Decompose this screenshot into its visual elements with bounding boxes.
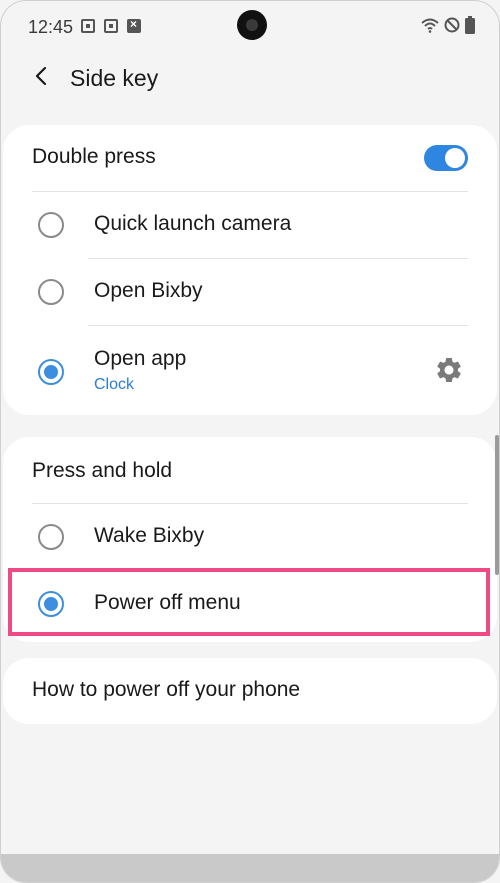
page-title: Side key	[70, 65, 159, 91]
do-not-disturb-icon	[444, 17, 460, 33]
howto-card[interactable]: How to power off your phone	[3, 658, 497, 724]
phone-screen: 12:45 × Side key Double press Quick laun…	[0, 0, 500, 883]
option-sublabel: Clock	[94, 376, 135, 393]
wifi-icon	[421, 17, 439, 33]
gear-icon[interactable]	[434, 355, 464, 385]
navigation-bar	[1, 854, 499, 882]
howto-link[interactable]: How to power off your phone	[32, 678, 300, 702]
option-label: Wake Bixby	[94, 524, 205, 547]
radio-button[interactable]	[38, 524, 64, 550]
option-label: Open app	[94, 347, 187, 370]
double-press-toggle[interactable]	[424, 145, 468, 171]
back-button[interactable]	[25, 61, 59, 95]
camera-cutout	[237, 10, 267, 40]
chevron-left-icon	[34, 66, 50, 91]
status-bar: 12:45	[1, 1, 499, 53]
radio-button[interactable]	[38, 212, 64, 238]
option-power-off-menu[interactable]: Power off menu	[3, 571, 497, 637]
option-label: Quick launch camera	[94, 212, 292, 235]
radio-button-selected[interactable]	[38, 591, 64, 617]
option-wake-bixby[interactable]: Wake Bixby	[3, 504, 497, 570]
status-icons-right	[421, 16, 475, 34]
toggle-knob	[445, 148, 465, 168]
option-label: Open Bixby	[94, 279, 203, 302]
scrollbar[interactable]	[495, 435, 499, 575]
option-quick-launch-camera[interactable]: Quick launch camera	[3, 192, 497, 258]
double-press-header: Double press	[32, 145, 156, 168]
status-icons-left	[81, 17, 141, 33]
status-time: 12:45	[28, 17, 74, 37]
option-open-app[interactable]: Open app Clock	[3, 326, 497, 406]
press-and-hold-header: Press and hold	[32, 459, 173, 482]
screenshot-icon	[81, 19, 95, 33]
notification-x-icon	[127, 17, 141, 33]
press-and-hold-card: Press and hold Wake Bixby Power off menu	[3, 437, 497, 642]
option-open-bixby[interactable]: Open Bixby	[3, 259, 497, 325]
radio-button-selected[interactable]	[38, 359, 64, 385]
radio-button[interactable]	[38, 279, 64, 305]
screen-record-icon	[104, 19, 118, 33]
option-label: Power off menu	[94, 591, 241, 614]
double-press-card: Double press Quick launch camera Open Bi…	[3, 125, 497, 415]
app-header: Side key	[1, 53, 499, 105]
battery-icon	[465, 16, 475, 34]
